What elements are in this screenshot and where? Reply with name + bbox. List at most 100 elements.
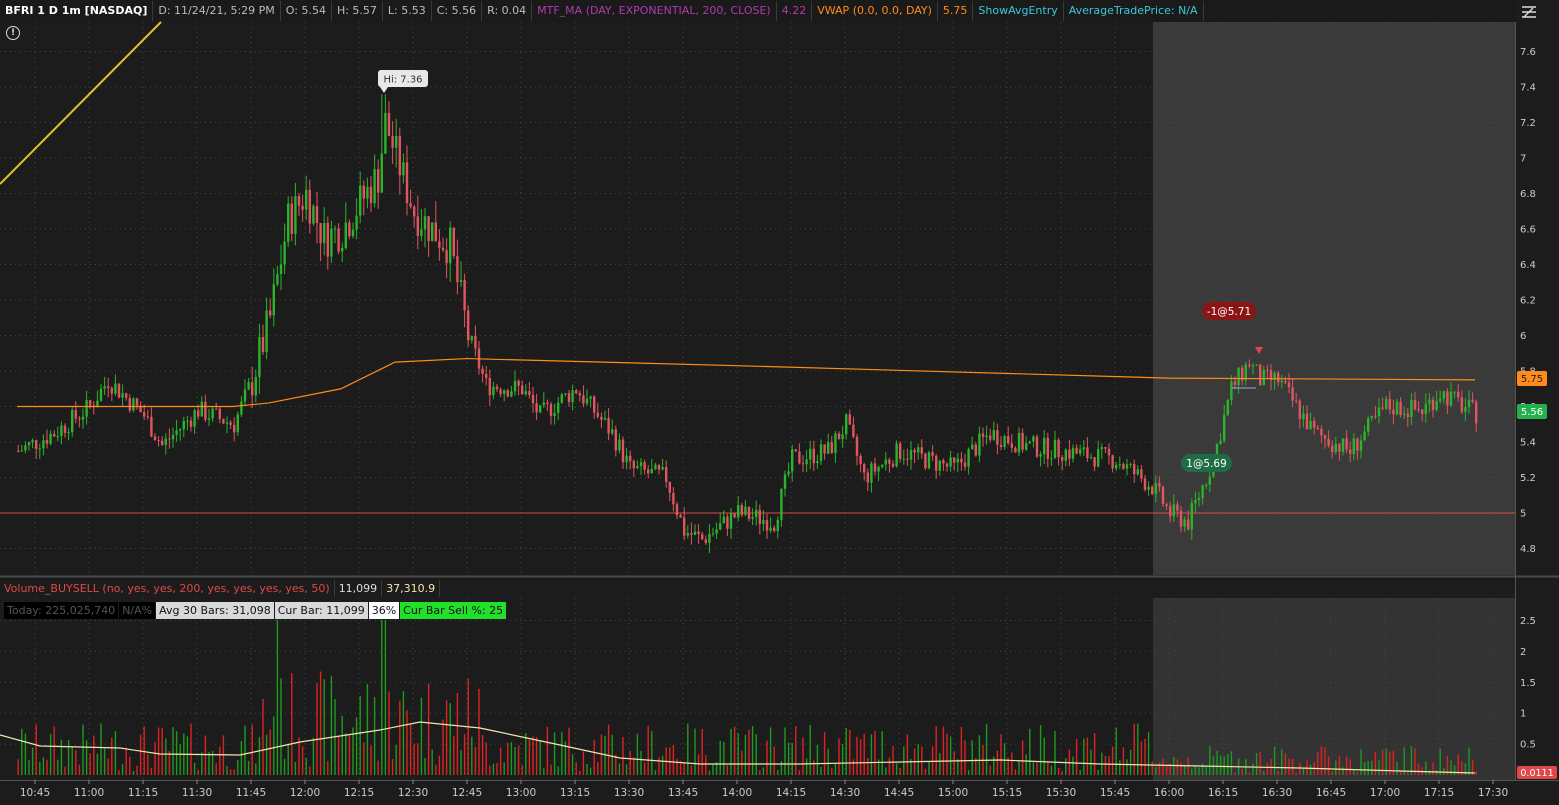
candle-body bbox=[355, 215, 358, 230]
candle-body bbox=[1363, 431, 1366, 441]
candle-body bbox=[337, 228, 340, 252]
candle-body bbox=[553, 412, 556, 416]
candle-body bbox=[247, 382, 250, 390]
candle-body bbox=[1464, 407, 1467, 412]
candle-body bbox=[1457, 391, 1460, 398]
candle-body bbox=[1100, 447, 1103, 450]
info-icon[interactable]: ! bbox=[6, 26, 20, 40]
candle-body bbox=[881, 464, 884, 467]
candle-body bbox=[668, 481, 671, 493]
candle-body bbox=[1104, 447, 1107, 449]
average-trade-price-label[interactable]: AverageTradePrice: N/A bbox=[1064, 1, 1204, 21]
vwap-price-badge: 5.75 bbox=[1517, 371, 1547, 386]
candle-body bbox=[1475, 401, 1478, 424]
time-tick-label: 17:15 bbox=[1424, 787, 1454, 799]
volume-study-label[interactable]: Volume_BUYSELL (no, yes, yes, 200, yes, … bbox=[0, 579, 335, 597]
candle-body bbox=[888, 459, 891, 464]
candle-body bbox=[1082, 447, 1085, 450]
price-chart[interactable]: Hi: 7.36 -1@5.71 1@5.69 7.6 7.4 7.2 7 6.8 6.6… bbox=[0, 0, 1559, 805]
candle-body bbox=[391, 136, 394, 148]
candle-body bbox=[1428, 399, 1431, 404]
candle-body bbox=[243, 389, 247, 402]
candle-body bbox=[207, 418, 211, 420]
candle-body bbox=[1143, 478, 1147, 490]
price-tick-label: 6.6 bbox=[1520, 225, 1536, 236]
candle-body bbox=[899, 443, 902, 459]
buy-order-marker[interactable]: 1@5.69 bbox=[1181, 387, 1256, 472]
candle-body bbox=[1453, 391, 1456, 393]
candle-body bbox=[805, 459, 808, 465]
svg-text:0.0111: 0.0111 bbox=[1520, 768, 1553, 779]
candle-body bbox=[171, 434, 175, 440]
after-hours-shading bbox=[1153, 22, 1515, 575]
candle-body bbox=[485, 373, 488, 379]
candle-body bbox=[236, 414, 239, 433]
candle-body bbox=[297, 196, 301, 206]
vwap-study-label[interactable]: VWAP (0.0, 0.0, DAY) bbox=[812, 1, 938, 21]
candle-body bbox=[773, 527, 776, 532]
candle-body bbox=[251, 382, 254, 396]
candle-body bbox=[107, 386, 110, 388]
candle-body bbox=[895, 443, 898, 467]
sell-order-text: -1@5.71 bbox=[1207, 306, 1251, 318]
mtf-ma-study-label[interactable]: MTF_MA (DAY, EXPONENTIAL, 200, CLOSE) bbox=[532, 1, 777, 21]
candle-body bbox=[240, 401, 243, 415]
price-grid bbox=[0, 22, 1515, 780]
candle-body bbox=[607, 417, 610, 434]
candle-body bbox=[258, 337, 261, 377]
candle-body bbox=[891, 463, 895, 467]
candle-body bbox=[823, 444, 826, 454]
candle-body bbox=[845, 414, 848, 435]
candle-body bbox=[614, 429, 617, 451]
candle-body bbox=[747, 506, 751, 519]
candle-body bbox=[45, 440, 49, 444]
volume-bars bbox=[17, 620, 1477, 775]
candle-body bbox=[333, 228, 337, 230]
candle-body bbox=[863, 464, 866, 473]
candle-body bbox=[283, 241, 286, 265]
candle-body bbox=[369, 186, 373, 204]
candle-body bbox=[625, 455, 628, 463]
price-axis[interactable]: 7.6 7.4 7.2 7 6.8 6.6 6.4 6.2 6 5.8 5.6 5.4 5.2 5 4.8 bbox=[1520, 47, 1536, 555]
candle-body bbox=[1331, 445, 1334, 452]
candle-body bbox=[830, 442, 833, 453]
candle-body bbox=[697, 531, 700, 535]
candle-body bbox=[913, 450, 916, 453]
candle-body bbox=[114, 383, 117, 394]
volume-tick-label: 0.5 bbox=[1520, 740, 1536, 751]
symbol-label[interactable]: BFRI 1 D 1m [NASDAQ] bbox=[0, 1, 154, 21]
candle-body bbox=[60, 425, 63, 437]
candle-body bbox=[564, 393, 567, 395]
candle-body bbox=[1194, 499, 1197, 504]
candle-body bbox=[1327, 438, 1330, 446]
candle-body bbox=[953, 457, 956, 463]
chart-settings-icon[interactable] bbox=[1520, 3, 1538, 21]
candle-body bbox=[582, 395, 585, 404]
volume-average-line bbox=[0, 721, 1476, 774]
candle-body bbox=[211, 408, 214, 419]
candle-body bbox=[1007, 436, 1010, 444]
candle-body bbox=[1201, 485, 1204, 498]
candle-body bbox=[24, 445, 27, 451]
candle-body bbox=[1172, 504, 1175, 517]
show-avg-entry-label[interactable]: ShowAvgEntry bbox=[973, 1, 1064, 21]
time-axis[interactable]: 10:45 11:00 11:15 11:30 11:45 12:00 12:15 12:30… bbox=[20, 780, 1508, 799]
sell-order-marker[interactable]: -1@5.71 bbox=[1202, 302, 1263, 354]
candle-body bbox=[816, 461, 819, 464]
candle-body bbox=[560, 394, 563, 403]
candle-body bbox=[186, 420, 189, 422]
trend-line[interactable] bbox=[0, 21, 162, 185]
time-tick-label: 14:45 bbox=[884, 787, 914, 799]
candle-body bbox=[618, 439, 621, 451]
candle-body bbox=[387, 112, 391, 137]
candle-body bbox=[877, 466, 880, 472]
candle-body bbox=[1385, 398, 1388, 409]
time-tick-label: 12:30 bbox=[398, 787, 428, 799]
svg-text:5.75: 5.75 bbox=[1521, 374, 1543, 385]
candle-body bbox=[665, 467, 668, 482]
candle-body bbox=[636, 466, 639, 469]
candle-body bbox=[801, 463, 805, 465]
volume-tick-label: 1.5 bbox=[1520, 678, 1536, 689]
candle-body bbox=[1021, 432, 1024, 450]
volume-axis[interactable]: 2.5 2 1.5 1 0.5 bbox=[1520, 616, 1536, 751]
